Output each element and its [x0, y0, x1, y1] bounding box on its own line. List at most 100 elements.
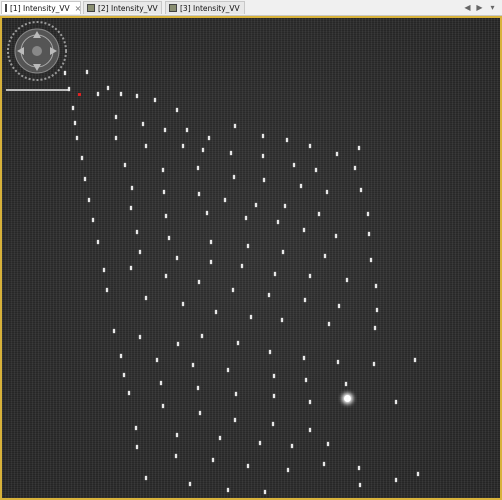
detection-spot: [84, 177, 86, 181]
detection-spot: [81, 156, 83, 160]
detection-spot: [374, 326, 376, 330]
scroll-tabs-left-button[interactable]: ◀: [462, 2, 473, 13]
detection-spot: [300, 184, 302, 188]
detection-spot: [417, 472, 419, 476]
detection-spot: [358, 146, 360, 150]
detection-spot: [97, 240, 99, 244]
detection-spot: [247, 244, 249, 248]
detection-spot: [124, 163, 126, 167]
detection-spot: [241, 264, 243, 268]
detection-spot: [120, 92, 122, 96]
detection-spot: [395, 400, 397, 404]
detection-spot: [177, 342, 179, 346]
tab-intensity-vv-2[interactable]: [2] Intensity_VV: [83, 1, 162, 14]
detection-spot: [273, 394, 275, 398]
detection-spot: [230, 151, 232, 155]
detection-spot: [287, 468, 289, 472]
detection-spot: [197, 386, 199, 390]
detection-spot: [284, 204, 286, 208]
detection-spot: [235, 392, 237, 396]
detection-spot: [176, 433, 178, 437]
tab-label: [2] Intensity_VV: [98, 3, 158, 13]
detection-spot: [219, 436, 221, 440]
detection-spot: [176, 256, 178, 260]
detection-spot: [198, 192, 200, 196]
detection-spot: [318, 212, 320, 216]
navigation-wheel-icon[interactable]: [6, 20, 68, 82]
detection-spot: [277, 220, 279, 224]
detection-spot: [198, 280, 200, 284]
detection-spot: [232, 288, 234, 292]
detection-spot: [227, 488, 229, 492]
detection-spot: [210, 260, 212, 264]
detection-spot: [210, 240, 212, 244]
detection-spot: [162, 404, 164, 408]
detection-spot: [227, 368, 229, 372]
tab-intensity-vv-1[interactable]: [1] Intensity_VV ×: [1, 1, 81, 14]
detection-spot: [255, 203, 257, 207]
zoom-marker: [78, 93, 81, 96]
detection-spot: [303, 228, 305, 232]
detection-spot: [123, 373, 125, 377]
detection-spot: [291, 444, 293, 448]
detection-spot: [206, 211, 208, 215]
scroll-tabs-right-button[interactable]: ▶: [474, 2, 485, 13]
detection-spot: [197, 166, 199, 170]
detection-spot: [315, 168, 317, 172]
detection-spot: [262, 154, 264, 158]
detection-spot: [370, 258, 372, 262]
image-icon: [5, 4, 7, 12]
detection-spot: [189, 482, 191, 486]
detection-spot: [162, 168, 164, 172]
detection-spot: [368, 232, 370, 236]
detection-spot: [145, 296, 147, 300]
image-view[interactable]: [0, 16, 502, 500]
detection-spot: [165, 214, 167, 218]
detection-spot: [139, 335, 141, 339]
detection-spot: [373, 362, 375, 366]
detection-spot: [358, 466, 360, 470]
detection-spot: [360, 188, 362, 192]
detection-spot: [164, 128, 166, 132]
detection-spot: [175, 454, 177, 458]
detection-spot: [186, 128, 188, 132]
detection-spot: [145, 144, 147, 148]
detection-spot: [245, 216, 247, 220]
detection-spot: [136, 445, 138, 449]
detection-spot: [304, 298, 306, 302]
detection-spot: [375, 284, 377, 288]
detection-spot: [336, 152, 338, 156]
detection-spot: [234, 418, 236, 422]
detection-spot: [414, 358, 416, 362]
detection-spot: [163, 190, 165, 194]
detection-spot: [335, 234, 337, 238]
detection-spot: [305, 378, 307, 382]
detection-spot: [182, 302, 184, 306]
tab-label: [3] Intensity_VV: [180, 3, 240, 13]
detection-spot: [303, 356, 305, 360]
detection-spot: [273, 374, 275, 378]
detection-spot: [115, 136, 117, 140]
detection-spot: [376, 308, 378, 312]
detection-spot: [328, 322, 330, 326]
close-icon[interactable]: ×: [75, 4, 82, 13]
detection-spot: [212, 458, 214, 462]
tab-intensity-vv-3[interactable]: [3] Intensity_VV: [165, 1, 245, 14]
detection-spot: [234, 124, 236, 128]
detection-spot: [107, 86, 109, 90]
tab-list-menu-button[interactable]: ▾: [487, 2, 498, 13]
detection-spot: [338, 304, 340, 308]
detection-spot: [324, 254, 326, 258]
detection-spot: [202, 148, 204, 152]
detection-spot: [259, 441, 261, 445]
detection-spot: [224, 198, 226, 202]
detection-spot: [120, 354, 122, 358]
detection-spot: [262, 134, 264, 138]
detection-spot: [160, 381, 162, 385]
detection-spot: [359, 483, 361, 487]
detection-spot: [92, 218, 94, 222]
zoom-slider[interactable]: [6, 89, 68, 91]
detection-spot: [233, 175, 235, 179]
detection-spot: [145, 476, 147, 480]
detection-spot: [264, 490, 266, 494]
